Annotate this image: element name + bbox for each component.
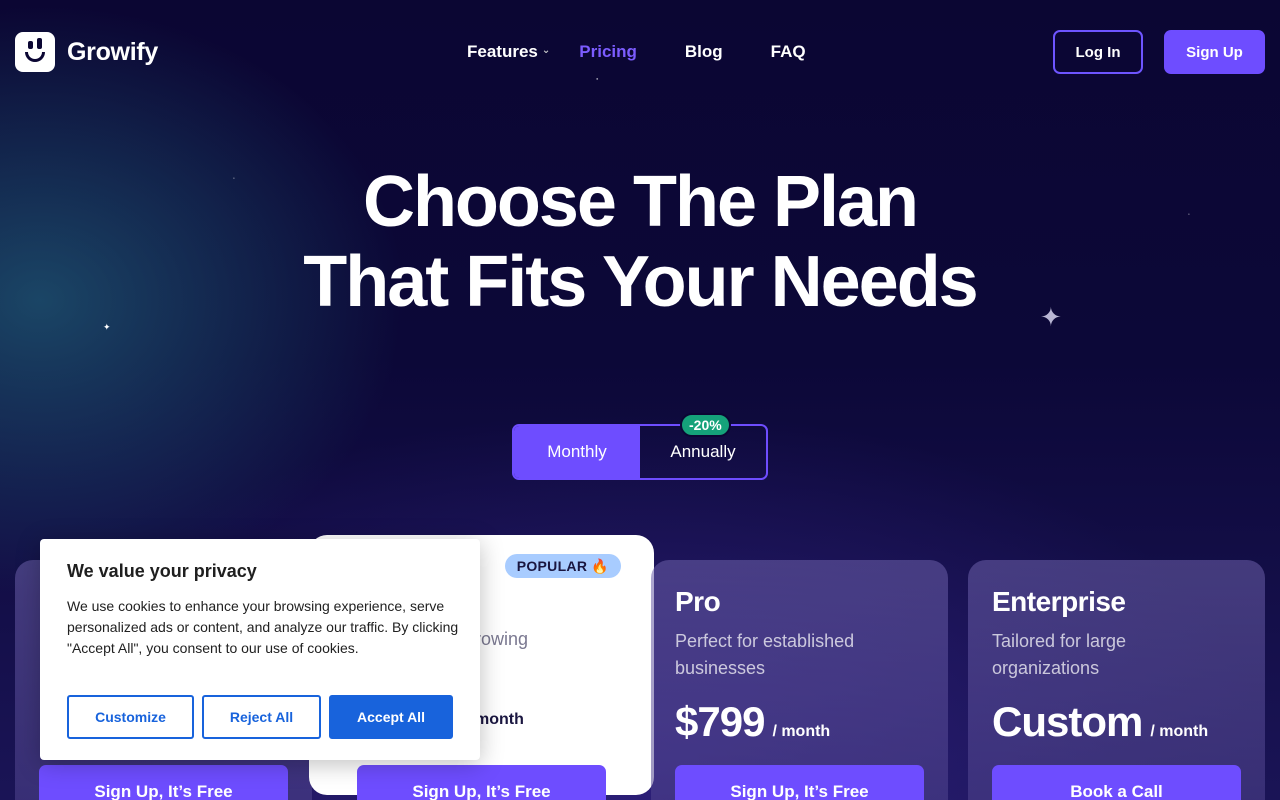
cookie-title: We value your privacy bbox=[67, 561, 257, 581]
plan-price-period: / month bbox=[1150, 723, 1209, 740]
plan-description: Tailored for large organizations bbox=[992, 631, 1127, 678]
popular-badge: POPULAR 🔥 bbox=[504, 554, 621, 578]
star-icon: ✦ bbox=[103, 322, 111, 332]
plan-signup-button[interactable]: Sign Up, It’s Free bbox=[39, 765, 288, 800]
plan-price-period: / month bbox=[772, 723, 831, 740]
customize-button[interactable]: Customize bbox=[67, 695, 194, 739]
discount-badge: -20% bbox=[680, 413, 731, 437]
book-call-button[interactable]: Book a Call bbox=[992, 765, 1241, 800]
nav-item-blog[interactable]: Blog bbox=[685, 42, 723, 62]
star-icon: ● bbox=[596, 76, 599, 81]
billing-toggle: Monthly Annually -20% bbox=[512, 413, 768, 480]
smiley-logo-icon bbox=[15, 32, 55, 72]
plan-title: Enterprise bbox=[992, 586, 1126, 617]
plan-price-period: month bbox=[475, 711, 524, 728]
accept-all-button[interactable]: Accept All bbox=[329, 695, 453, 739]
plan-price: $799 / month bbox=[675, 698, 830, 746]
plan-price-amount: Custom bbox=[992, 698, 1143, 745]
hero-title: Choose The Plan That Fits Your Needs bbox=[0, 162, 1280, 322]
hero-title-line-1: Choose The Plan bbox=[362, 162, 919, 242]
fire-icon: 🔥 bbox=[591, 557, 609, 574]
cookie-text: We use cookies to enhance your browsing … bbox=[67, 598, 459, 656]
cookie-consent-banner: We value your privacy We use cookies to … bbox=[40, 539, 480, 760]
plan-card-pro: Pro Perfect for established businesses $… bbox=[651, 560, 948, 800]
plan-signup-button[interactable]: Sign Up, It’s Free bbox=[675, 765, 924, 800]
brand-logo[interactable]: Growify bbox=[15, 32, 158, 72]
reject-all-button[interactable]: Reject All bbox=[202, 695, 321, 739]
top-navigation: Growify Features ⌄ Pricing Blog FAQ Log … bbox=[15, 30, 1265, 74]
login-button[interactable]: Log In bbox=[1053, 30, 1143, 74]
plan-title: Pro bbox=[675, 586, 721, 617]
hero-title-line-2: That Fits Your Needs bbox=[303, 242, 978, 322]
plan-card-enterprise: Enterprise Tailored for large organizati… bbox=[968, 560, 1265, 800]
plan-description: rowing bbox=[475, 629, 529, 649]
chevron-down-icon: ⌄ bbox=[541, 44, 551, 56]
plan-price-amount: $799 bbox=[675, 698, 765, 745]
billing-option-monthly[interactable]: Monthly bbox=[514, 426, 640, 478]
plan-price: Custom / month bbox=[992, 698, 1208, 746]
nav-item-faq[interactable]: FAQ bbox=[771, 42, 806, 62]
hero-section: Choose The Plan That Fits Your Needs bbox=[0, 162, 1280, 322]
plan-signup-button[interactable]: Sign Up, It’s Free bbox=[357, 765, 606, 800]
main-menu: Features ⌄ Pricing Blog FAQ bbox=[467, 42, 806, 62]
nav-item-features[interactable]: Features ⌄ bbox=[467, 42, 550, 62]
brand-name: Growify bbox=[67, 37, 158, 66]
plan-description: Perfect for established businesses bbox=[675, 631, 855, 678]
nav-item-pricing[interactable]: Pricing bbox=[579, 42, 637, 62]
signup-button[interactable]: Sign Up bbox=[1164, 30, 1265, 74]
